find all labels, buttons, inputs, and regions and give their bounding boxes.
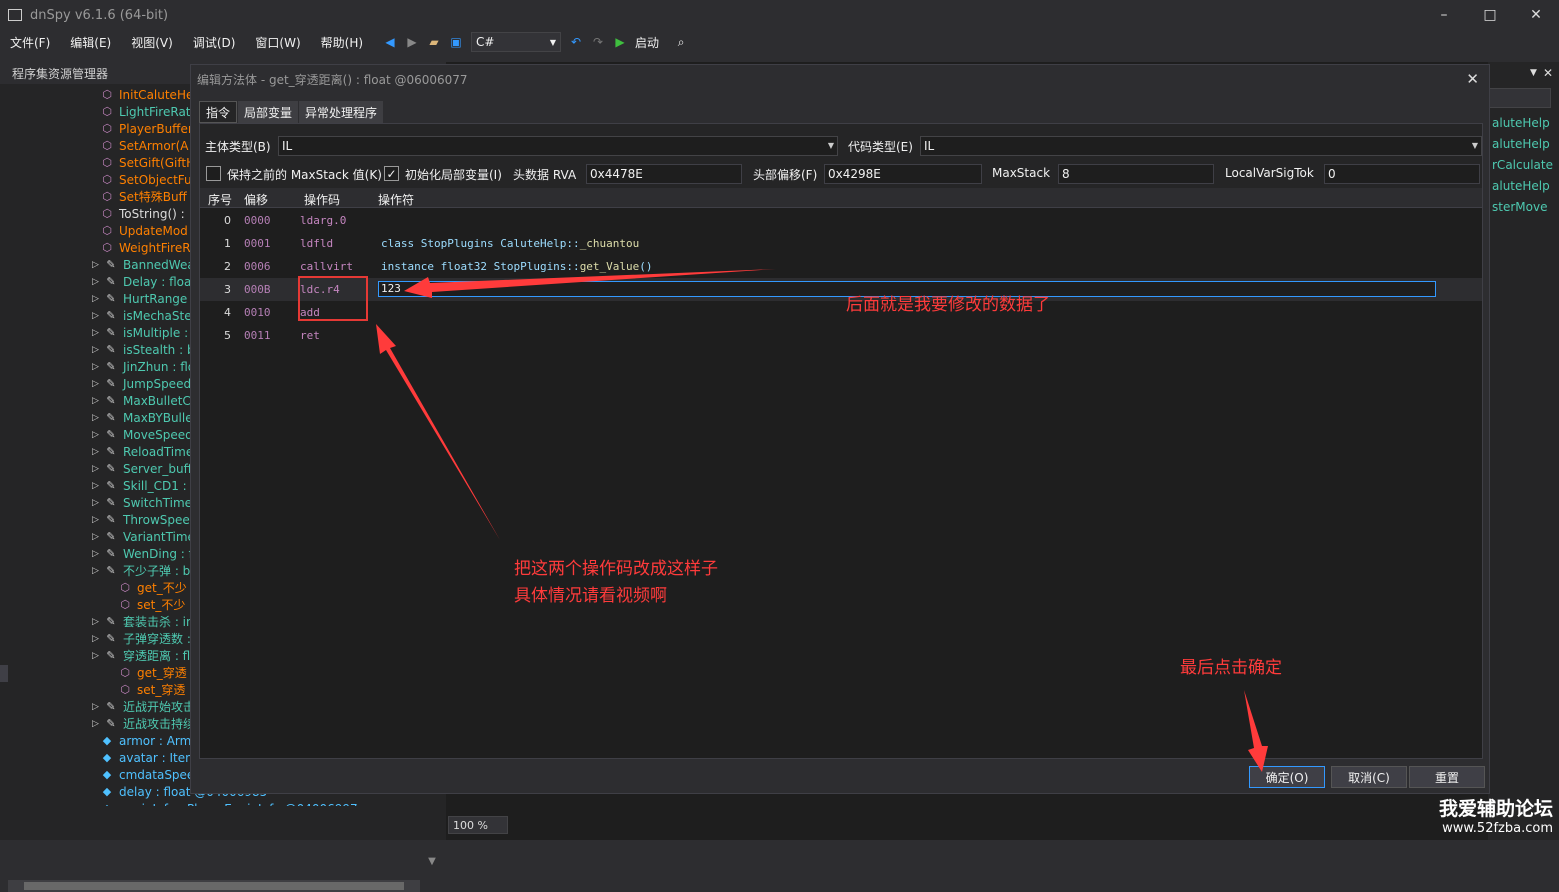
horizontal-scrollbar[interactable] [8,880,420,892]
watermark: 我爱辅助论坛 www.52fzba.com [1439,794,1553,836]
arrow-to-ok [1244,690,1268,772]
scroll-down-icon[interactable]: ▼ [424,856,440,876]
watermark-title: 我爱辅助论坛 [1438,798,1553,820]
arrow-to-operand [404,269,776,298]
watermark-url: www.52fzba.com [1442,821,1553,836]
annotation-opcode-note-1: 把这两个操作码改成这样子 [514,559,718,579]
arrow-to-opcode [376,324,500,540]
annotation-data-note: 后面就是我要修改的数据了 [846,295,1050,315]
annotation-opcode-note-2: 具体情况请看视频啊 [514,586,667,606]
annotation-ok-note: 最后点击确定 [1180,658,1282,678]
annotation-arrows [376,269,1268,772]
scrollbar-thumb[interactable] [24,882,404,890]
